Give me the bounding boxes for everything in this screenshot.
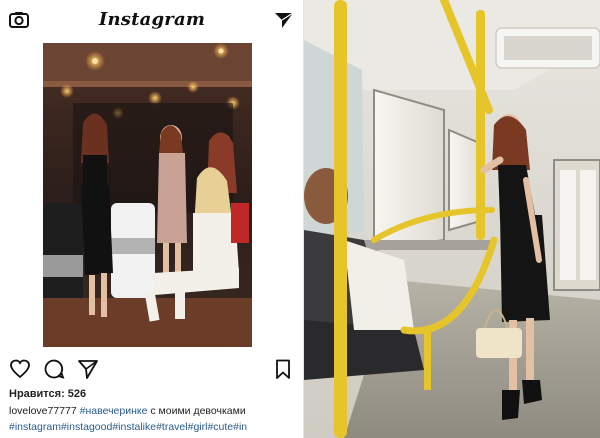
post-photo[interactable] — [43, 43, 252, 347]
share-icon[interactable] — [77, 358, 99, 380]
bus-photo — [304, 0, 600, 438]
send-icon[interactable] — [274, 11, 294, 29]
comment-icon[interactable] — [43, 358, 65, 380]
username-link[interactable]: lovelove77777 — [9, 405, 77, 417]
instagram-header: Instagram — [0, 0, 304, 40]
bookmark-icon[interactable] — [272, 358, 294, 380]
caption-text: с моими девочками — [147, 405, 246, 417]
likes-count[interactable]: Нравится: 526 — [9, 388, 86, 400]
post-hashtags[interactable]: #instagram#instagood#instalike#travel#gi… — [9, 421, 247, 433]
party-photo-illustration — [43, 43, 252, 347]
post-caption: lovelove77777 #навечеринке с моими девоч… — [9, 405, 246, 417]
post-actions-bar — [0, 354, 304, 382]
bus-interior-illustration — [304, 0, 600, 438]
instagram-post-mock: Instagram Нравится: 526 lovelove77777 #н… — [0, 0, 304, 438]
app-logo: Instagram — [98, 9, 206, 30]
caption-hashtag[interactable]: #навечеринке — [80, 405, 148, 417]
heart-icon[interactable] — [9, 358, 31, 380]
